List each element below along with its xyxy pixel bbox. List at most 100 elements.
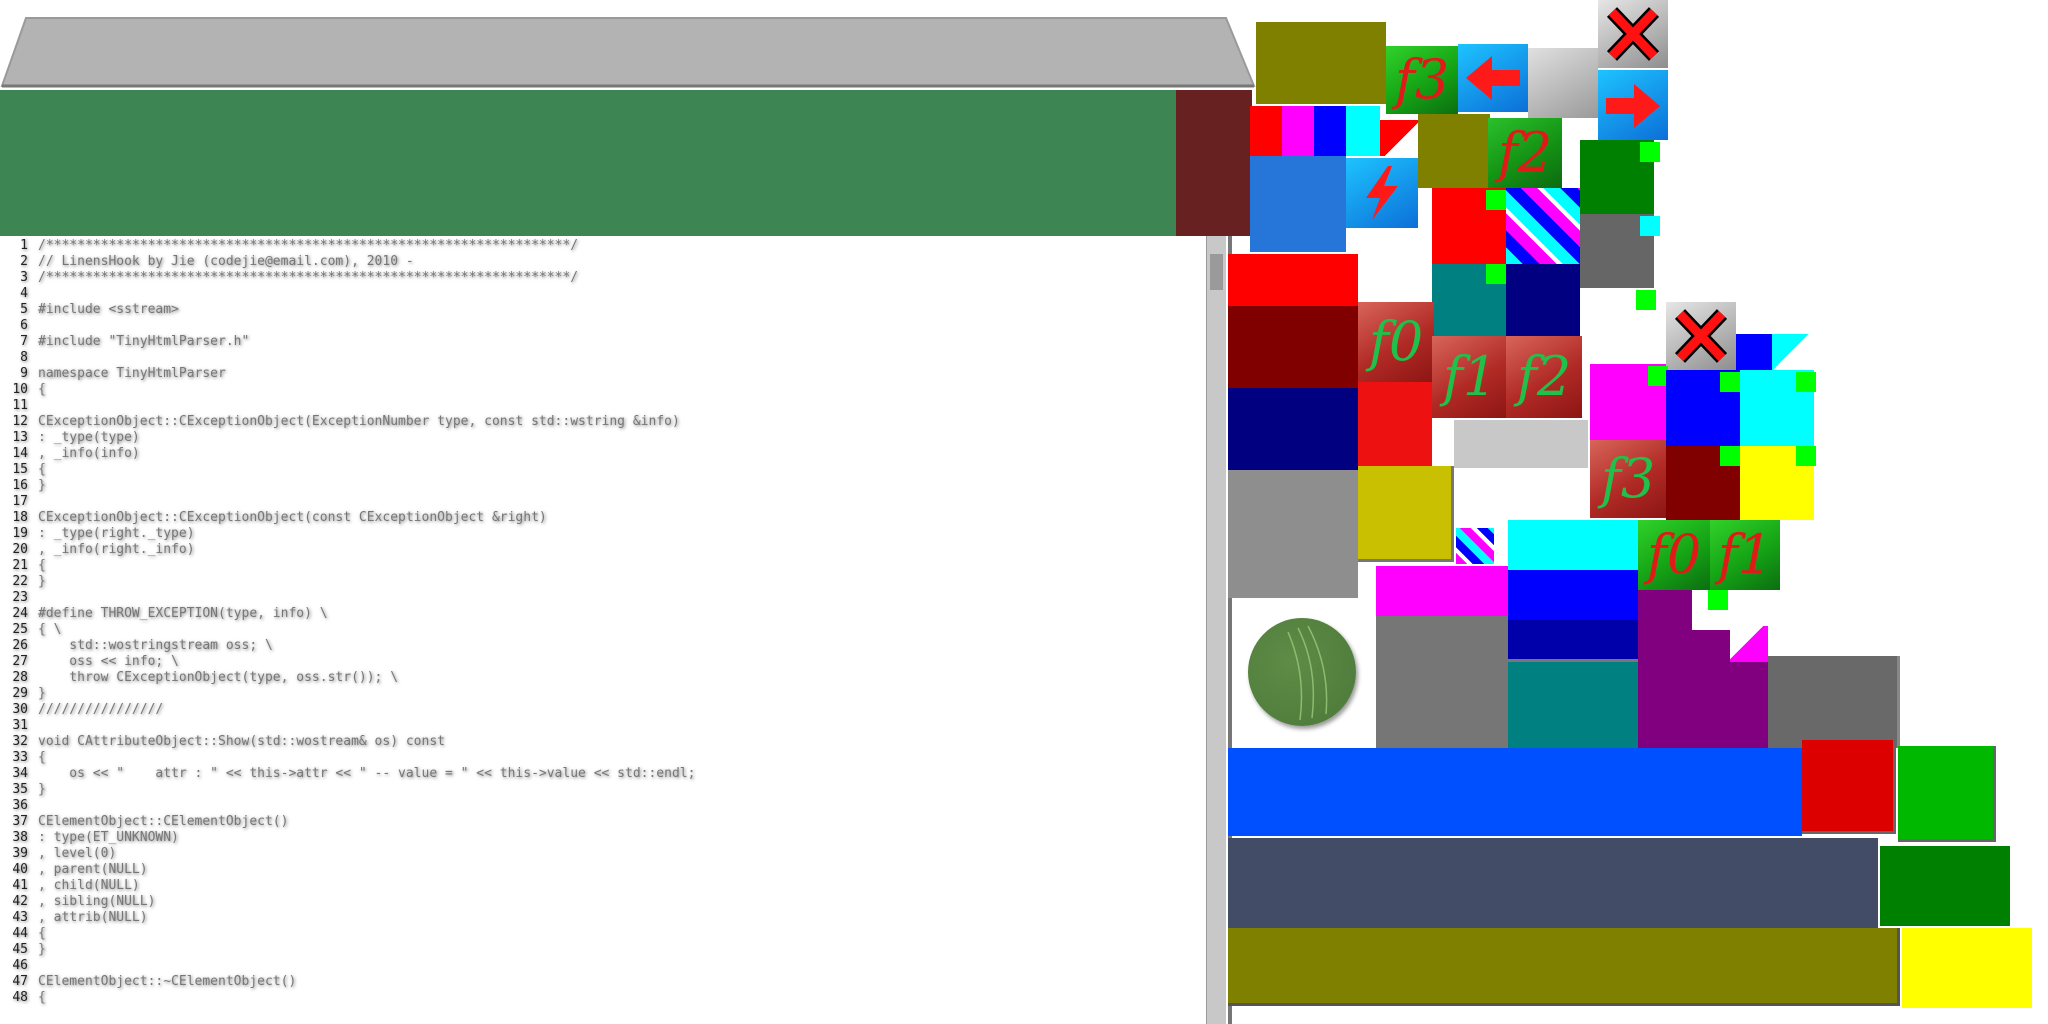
tile-silver[interactable] — [1528, 48, 1598, 118]
code-line[interactable]: 42 , sibling(NULL) — [0, 894, 155, 910]
tile-striped-small[interactable] — [1456, 528, 1494, 564]
code-line[interactable]: 30 //////////////// — [0, 702, 163, 718]
code-line[interactable]: 19: _type(right._type) — [0, 526, 194, 542]
code-line[interactable]: 44 { — [0, 926, 45, 942]
code-line[interactable]: 22} — [0, 574, 45, 590]
code-line[interactable]: 5 #include <sstream> — [0, 302, 179, 318]
code-line[interactable]: 43 , attrib(NULL) — [0, 910, 147, 926]
code-line[interactable]: 41 , child(NULL) — [0, 878, 139, 894]
code-line[interactable]: 45} — [0, 942, 45, 958]
close-button-secondary[interactable] — [1666, 302, 1736, 370]
f3-key-button[interactable]: f3 — [1386, 46, 1458, 114]
code-line[interactable]: 7 #include "TinyHtmlParser.h" — [0, 334, 249, 350]
tile-green-bottom[interactable] — [1898, 746, 1996, 842]
vertical-scrollbar[interactable] — [1206, 236, 1226, 1024]
tile-red[interactable] — [1250, 106, 1282, 156]
f1-key-button[interactable]: f1 — [1432, 336, 1508, 418]
tile-red-corner[interactable] — [1380, 120, 1418, 156]
tile-cyan-corner[interactable] — [1772, 334, 1810, 370]
tile-yellow-olive[interactable] — [1358, 466, 1454, 562]
tile-darkblue-bar[interactable] — [1508, 620, 1652, 662]
code-line[interactable]: 4 — [0, 286, 38, 302]
code-line[interactable]: 38: type(ET_UNKNOWN) — [0, 830, 179, 846]
tile-striped[interactable] — [1506, 188, 1580, 264]
tile-lightgray[interactable] — [1454, 420, 1588, 468]
code-line[interactable]: 14 , _info(info) — [0, 446, 139, 462]
lightning-button[interactable] — [1346, 158, 1418, 228]
code-line[interactable]: 33 { — [0, 750, 45, 766]
code-line[interactable]: 12 CExceptionObject::CExceptionObject(Exc… — [0, 414, 679, 430]
tile-maroon[interactable] — [1228, 306, 1358, 388]
code-line[interactable]: 31 — [0, 718, 38, 734]
code-line[interactable]: 39 , level(0) — [0, 846, 116, 862]
tile-gray-right[interactable] — [1768, 656, 1900, 748]
bar-olive[interactable] — [1228, 928, 1900, 1006]
code-line[interactable]: 16} — [0, 478, 45, 494]
forward-button[interactable] — [1598, 70, 1668, 140]
tile-purple[interactable] — [1638, 662, 1768, 748]
code-line[interactable]: 6 — [0, 318, 38, 334]
code-line[interactable]: 9 namespace TinyHtmlParser — [0, 366, 226, 382]
tile-purple-mid[interactable] — [1638, 630, 1734, 662]
tile-olive[interactable] — [1256, 22, 1386, 104]
code-line[interactable]: 17 — [0, 494, 38, 510]
code-line[interactable]: 3 /**************************************… — [0, 270, 578, 286]
tile-magenta-bar[interactable] — [1376, 566, 1508, 616]
tile-red-low[interactable] — [1358, 382, 1432, 466]
code-line[interactable]: 40 , parent(NULL) — [0, 862, 147, 878]
close-button[interactable] — [1598, 0, 1668, 68]
tile-magenta[interactable] — [1282, 106, 1314, 156]
tile-blue[interactable] — [1314, 106, 1346, 156]
code-line[interactable]: 37 CElementObject::CElementObject() — [0, 814, 288, 830]
tile-azure[interactable] — [1250, 156, 1346, 252]
bar-slate[interactable] — [1228, 838, 1878, 928]
code-line[interactable]: 25 { \ — [0, 622, 61, 638]
tile-gray[interactable] — [1228, 470, 1358, 598]
tile-magenta-corner[interactable] — [1730, 626, 1768, 662]
bar-blue[interactable] — [1228, 748, 1802, 836]
code-line[interactable]: 26 std::wostringstream oss; \ — [0, 638, 272, 654]
f0-key-button-green[interactable]: f0 — [1638, 520, 1710, 590]
code-line[interactable]: 34 os << " attr : " << this->attr << " -… — [0, 766, 695, 782]
tile-teal-mid[interactable] — [1508, 662, 1638, 748]
tile-gray-mid[interactable] — [1376, 616, 1508, 748]
tile-red-bar[interactable] — [1228, 254, 1358, 306]
code-line[interactable]: 13: _type(type) — [0, 430, 139, 446]
f0-key-button[interactable]: f0 — [1358, 302, 1434, 382]
tile-navy-small[interactable] — [1506, 264, 1580, 336]
code-line[interactable]: 15 { — [0, 462, 45, 478]
code-line[interactable]: 32 void CAttributeObject::Show(std::wostr… — [0, 734, 445, 750]
code-line[interactable]: 48 { — [0, 990, 45, 1006]
f2-key-button[interactable]: f2 — [1506, 336, 1582, 418]
back-button[interactable] — [1458, 44, 1528, 112]
tile-cyan[interactable] — [1346, 106, 1380, 156]
code-line[interactable]: 8 — [0, 350, 38, 366]
code-line[interactable]: 46 — [0, 958, 38, 974]
code-line[interactable]: 35} — [0, 782, 45, 798]
code-editor[interactable]: 1 /**************************************… — [0, 238, 1200, 1024]
code-line[interactable]: 11 — [0, 398, 38, 414]
tile-olive-small[interactable] — [1418, 114, 1490, 188]
code-line[interactable]: 1 /**************************************… — [0, 238, 578, 254]
code-line[interactable]: 18 CExceptionObject::CExceptionObject(con… — [0, 510, 546, 526]
tile-yellow-big[interactable] — [1902, 928, 2032, 1008]
code-line[interactable]: 29} — [0, 686, 45, 702]
code-line[interactable]: 47 CElementObject::~CElementObject() — [0, 974, 296, 990]
code-line[interactable]: 10 { — [0, 382, 45, 398]
code-line[interactable]: 2 // LinensHook by Jie (codejie@email.com… — [0, 254, 414, 270]
scrollbar-thumb[interactable] — [1210, 254, 1223, 290]
f3-key-button-lower[interactable]: f3 — [1590, 440, 1666, 518]
tile-red-bottom[interactable] — [1802, 740, 1896, 834]
code-line[interactable]: 23 — [0, 590, 38, 606]
tile-purple-top[interactable] — [1638, 590, 1692, 630]
tile-navy[interactable] — [1228, 388, 1358, 470]
knob[interactable] — [1248, 618, 1356, 726]
tile-blue-small[interactable] — [1736, 334, 1772, 370]
tile-cyan-bar[interactable] — [1508, 520, 1638, 570]
f1-key-button-green[interactable]: f1 — [1710, 520, 1780, 590]
code-line[interactable]: 21 { — [0, 558, 45, 574]
code-line[interactable]: 27 oss << info; \ — [0, 654, 179, 670]
tile-green-big[interactable] — [1880, 846, 2010, 926]
tile-blue-bar[interactable] — [1508, 570, 1638, 620]
code-line[interactable]: 20 , _info(right._info) — [0, 542, 194, 558]
